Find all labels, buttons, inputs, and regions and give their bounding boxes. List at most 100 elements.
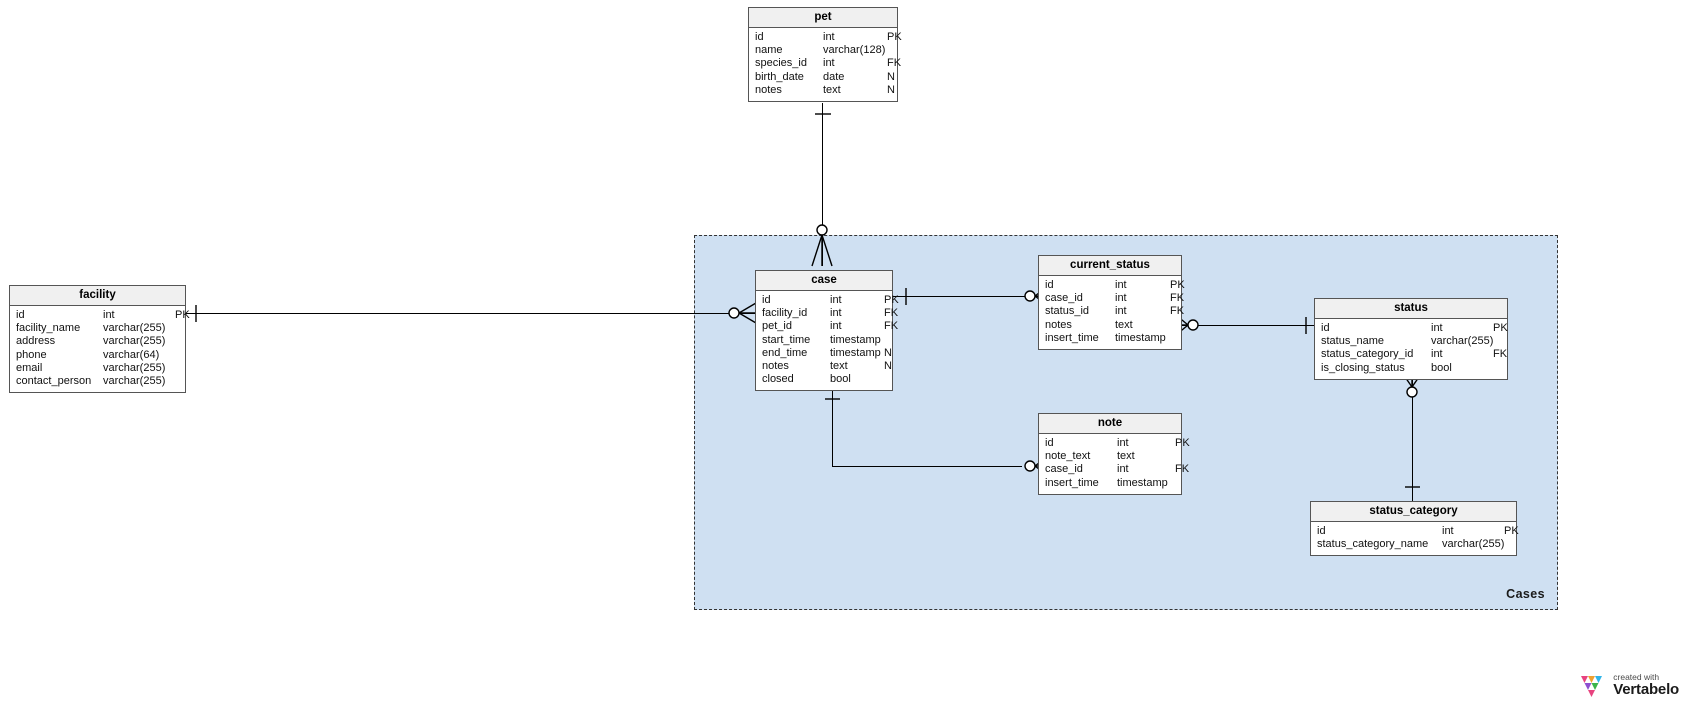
er-diagram-canvas: Cases pet id int PK name varchar(128) sp…: [0, 0, 1695, 708]
entity-note-title: note: [1039, 414, 1181, 434]
entity-case[interactable]: case id int PK facility_id int FK pet_id…: [755, 270, 899, 392]
attribute-name: species_id: [755, 57, 807, 70]
attribute-row: status_name varchar(255): [1315, 335, 1507, 348]
attribute-key: FK: [1493, 348, 1508, 361]
connector-case-one-tick-current-status: [905, 288, 907, 305]
attribute-row: birth_date date N: [749, 71, 897, 84]
attribute-name: contact_person: [16, 375, 92, 388]
attribute-row: case_id int FK: [1039, 292, 1184, 305]
attribute-type: int: [823, 31, 835, 43]
attribute-type: text: [823, 83, 841, 96]
attribute-type: varchar(255): [103, 322, 166, 335]
entity-current-status-title: current_status: [1039, 256, 1181, 276]
attribute-type: int: [830, 294, 842, 306]
attribute-name: facility_name: [16, 322, 81, 335]
connector-facility-case: [186, 313, 756, 314]
entity-pet[interactable]: pet id int PK name varchar(128) species_…: [748, 7, 902, 103]
attribute-row: phone varchar(64): [10, 349, 185, 362]
entity-current-status[interactable]: current_status id int PK case_id int FK …: [1038, 255, 1185, 351]
connector-status-category-one-tick: [1405, 486, 1420, 488]
attribute-name: status_category_name: [1317, 538, 1429, 551]
attribute-type: int: [1115, 305, 1127, 318]
attribute-key: [175, 375, 193, 388]
attribute-type: int: [830, 307, 842, 320]
entity-note[interactable]: note id int PK note_text text case_id in…: [1038, 413, 1190, 495]
attribute-row: status_category_name varchar(255): [1311, 538, 1516, 551]
attribute-name: insert_time: [1045, 331, 1099, 344]
attribute-type: text: [1115, 318, 1133, 331]
attribute-row: status_category_id int FK: [1315, 348, 1507, 361]
attribute-key: [1170, 332, 1186, 345]
attribute-key: [1493, 362, 1509, 375]
attribute-type: bool: [1431, 361, 1452, 374]
attribute-name: id: [16, 309, 25, 321]
attribute-row: email varchar(255): [10, 362, 185, 375]
entity-facility[interactable]: facility id int PK facility_name varchar…: [9, 285, 190, 394]
attribute-name: address: [16, 335, 56, 348]
attribute-row: id int PK: [749, 31, 902, 44]
attribute-type: text: [830, 360, 848, 373]
attribute-row: start_time timestamp: [756, 334, 892, 347]
attribute-key: [1175, 477, 1191, 490]
attribute-row: closed bool: [756, 373, 892, 386]
entity-status-category-attributes: id int PK status_category_name varchar(2…: [1311, 522, 1519, 555]
attribute-name: email: [16, 361, 43, 374]
attribute-row: facility_name varchar(255): [10, 322, 185, 335]
attribute-type: timestamp: [830, 333, 881, 346]
attribute-key: FK: [887, 57, 902, 70]
attribute-type: int: [1115, 279, 1127, 291]
attribute-name: pet_id: [762, 320, 792, 333]
attribute-key: PK: [1493, 322, 1508, 334]
attribute-key: FK: [884, 320, 899, 333]
attribute-type: bool: [830, 373, 851, 386]
attribute-name: notes: [762, 360, 789, 373]
attribute-row: end_time timestamp N: [756, 347, 892, 360]
attribute-type: int: [1117, 437, 1129, 449]
attribute-name: id: [1317, 525, 1326, 537]
entity-status[interactable]: status id int PK status_name varchar(255…: [1314, 298, 1508, 380]
attribute-row: case_id int FK: [1039, 463, 1189, 476]
watermark-text: created with Vertabelo: [1613, 672, 1679, 698]
attribute-type: int: [1115, 292, 1127, 305]
attribute-key: [887, 44, 905, 57]
attribute-name: closed: [762, 373, 794, 386]
attribute-name: notes: [755, 83, 782, 96]
entity-status-category-title: status_category: [1311, 502, 1516, 522]
attribute-type: int: [823, 57, 835, 70]
attribute-type: varchar(64): [103, 348, 160, 361]
vertabelo-watermark[interactable]: created with Vertabelo: [1579, 672, 1679, 698]
subject-area-label: Cases: [1506, 587, 1545, 601]
attribute-name: status_id: [1045, 305, 1090, 318]
attribute-key: PK: [1170, 279, 1185, 291]
attribute-key: [1170, 319, 1186, 332]
attribute-row: id int PK: [1039, 437, 1190, 450]
attribute-name: name: [755, 44, 783, 57]
attribute-row: notes text N: [749, 84, 897, 97]
attribute-key: PK: [1504, 525, 1519, 537]
attribute-row: id int PK: [756, 294, 899, 307]
attribute-row: id int PK: [10, 309, 190, 322]
attribute-name: birth_date: [755, 70, 804, 83]
attribute-name: id: [755, 31, 764, 43]
attribute-row: status_id int FK: [1039, 305, 1184, 318]
attribute-row: id int PK: [1311, 525, 1519, 538]
attribute-name: id: [762, 294, 771, 306]
attribute-type: varchar(255): [1431, 335, 1494, 348]
attribute-key: PK: [1175, 437, 1190, 449]
entity-status-attributes: id int PK status_name varchar(255) statu…: [1315, 319, 1508, 379]
attribute-key: N: [887, 83, 895, 96]
attribute-row: is_closing_status bool: [1315, 362, 1507, 375]
entity-status-category[interactable]: status_category id int PK status_categor…: [1310, 501, 1519, 557]
entity-current-status-attributes: id int PK case_id int FK status_id int F…: [1039, 276, 1185, 349]
attribute-key: [175, 349, 193, 362]
attribute-name: case_id: [1045, 463, 1083, 476]
attribute-name: id: [1045, 279, 1054, 291]
entity-note-attributes: id int PK note_text text case_id int FK …: [1039, 434, 1190, 494]
attribute-row: species_id int FK: [749, 57, 901, 70]
attribute-row: name varchar(128): [749, 44, 897, 57]
attribute-row: id int PK: [1039, 279, 1185, 292]
watermark-brand: Vertabelo: [1613, 680, 1679, 698]
entity-pet-attributes: id int PK name varchar(128) species_id i…: [749, 28, 902, 101]
attribute-row: insert_time timestamp: [1039, 332, 1181, 345]
attribute-key: N: [884, 346, 892, 359]
